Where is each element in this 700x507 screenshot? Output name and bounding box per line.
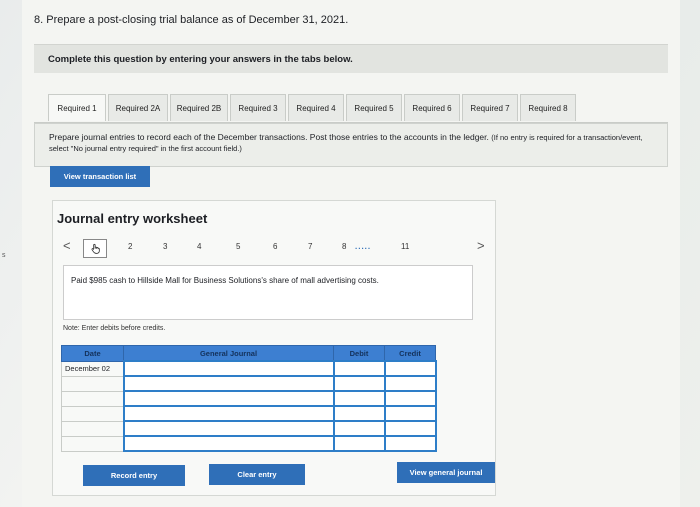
table-row: December 02 [61, 360, 437, 377]
account-input[interactable] [122, 435, 335, 452]
next-arrow-icon[interactable]: > [477, 238, 485, 253]
instruction-bar: Complete this question by entering your … [34, 44, 668, 73]
prompt-text: Prepare journal entries to record each o… [49, 132, 489, 142]
margin-mark: s [2, 252, 6, 259]
debit-column-header: Debit [333, 345, 385, 362]
more-pages-ellipsis: ..... [355, 242, 372, 251]
question-title: 8. Prepare a post-closing trial balance … [34, 14, 349, 26]
question-sheet: 8. Prepare a post-closing trial balance … [22, 0, 680, 507]
debit-input[interactable] [332, 405, 386, 422]
date-cell [61, 420, 124, 437]
page-8[interactable]: 8 [342, 242, 346, 251]
page-3[interactable]: 3 [163, 242, 167, 251]
general-journal-column-header: General Journal [123, 345, 334, 362]
date-cell [61, 390, 124, 407]
account-input[interactable] [122, 405, 335, 422]
page-5[interactable]: 5 [236, 242, 240, 251]
tab-required-3[interactable]: Required 3 [230, 94, 286, 121]
transaction-description-box: Paid $985 cash to Hillside Mall for Busi… [63, 265, 473, 320]
journal-table: Date General Journal Debit Credit Decemb… [61, 345, 437, 452]
transaction-pager: < 2 3 4 5 6 7 8 ..... 11 > [63, 238, 485, 259]
debits-before-credits-note: Note: Enter debits before credits. [63, 325, 166, 332]
debit-input[interactable] [332, 390, 386, 407]
clear-entry-button[interactable]: Clear entry [209, 464, 305, 485]
page-6[interactable]: 6 [273, 242, 277, 251]
credit-input[interactable] [383, 405, 437, 422]
date-cell [61, 405, 124, 422]
page-11[interactable]: 11 [401, 242, 409, 251]
page-4[interactable]: 4 [197, 242, 201, 251]
table-row [61, 375, 437, 392]
date-column-header: Date [61, 345, 124, 362]
account-input[interactable] [122, 360, 335, 377]
tab-required-8[interactable]: Required 8 [520, 94, 576, 121]
table-row [61, 405, 437, 422]
debit-input[interactable] [332, 420, 386, 437]
table-row [61, 390, 437, 407]
account-input[interactable] [122, 375, 335, 392]
debit-input[interactable] [332, 435, 386, 452]
debit-input[interactable] [332, 360, 386, 377]
tab-required-2a[interactable]: Required 2A [108, 94, 168, 121]
tab-required-6[interactable]: Required 6 [404, 94, 460, 121]
tab-required-2b[interactable]: Required 2B [170, 94, 228, 121]
credit-input[interactable] [383, 360, 437, 377]
page-7[interactable]: 7 [308, 242, 312, 251]
journal-entry-worksheet: Journal entry worksheet < 2 3 4 5 6 7 8 … [52, 200, 496, 496]
tab-required-5[interactable]: Required 5 [346, 94, 402, 121]
view-transaction-list-button[interactable]: View transaction list [50, 166, 150, 187]
credit-input[interactable] [383, 435, 437, 452]
date-cell [61, 375, 124, 392]
prev-arrow-icon[interactable]: < [63, 238, 71, 253]
requirement-tabs: Required 1 Required 2A Required 2B Requi… [34, 94, 668, 123]
transaction-description: Paid $985 cash to Hillside Mall for Busi… [71, 276, 379, 285]
tab-required-7[interactable]: Required 7 [462, 94, 518, 121]
requirement-prompt: Prepare journal entries to record each o… [34, 123, 668, 167]
table-row [61, 435, 437, 452]
credit-input[interactable] [383, 375, 437, 392]
worksheet-title: Journal entry worksheet [57, 211, 208, 226]
credit-input[interactable] [383, 420, 437, 437]
tab-required-4[interactable]: Required 4 [288, 94, 344, 121]
instruction-text: Complete this question by entering your … [48, 54, 353, 65]
date-cell: December 02 [61, 360, 124, 377]
page-2[interactable]: 2 [128, 242, 132, 251]
credit-input[interactable] [383, 390, 437, 407]
record-entry-button[interactable]: Record entry [83, 465, 185, 486]
credit-column-header: Credit [384, 345, 436, 362]
view-general-journal-button[interactable]: View general journal [397, 462, 495, 483]
table-row [61, 420, 437, 437]
date-cell [61, 435, 124, 452]
account-input[interactable] [122, 390, 335, 407]
account-input[interactable] [122, 420, 335, 437]
tab-required-1[interactable]: Required 1 [48, 94, 106, 121]
hand-pointer-icon[interactable] [83, 239, 107, 258]
debit-input[interactable] [332, 375, 386, 392]
